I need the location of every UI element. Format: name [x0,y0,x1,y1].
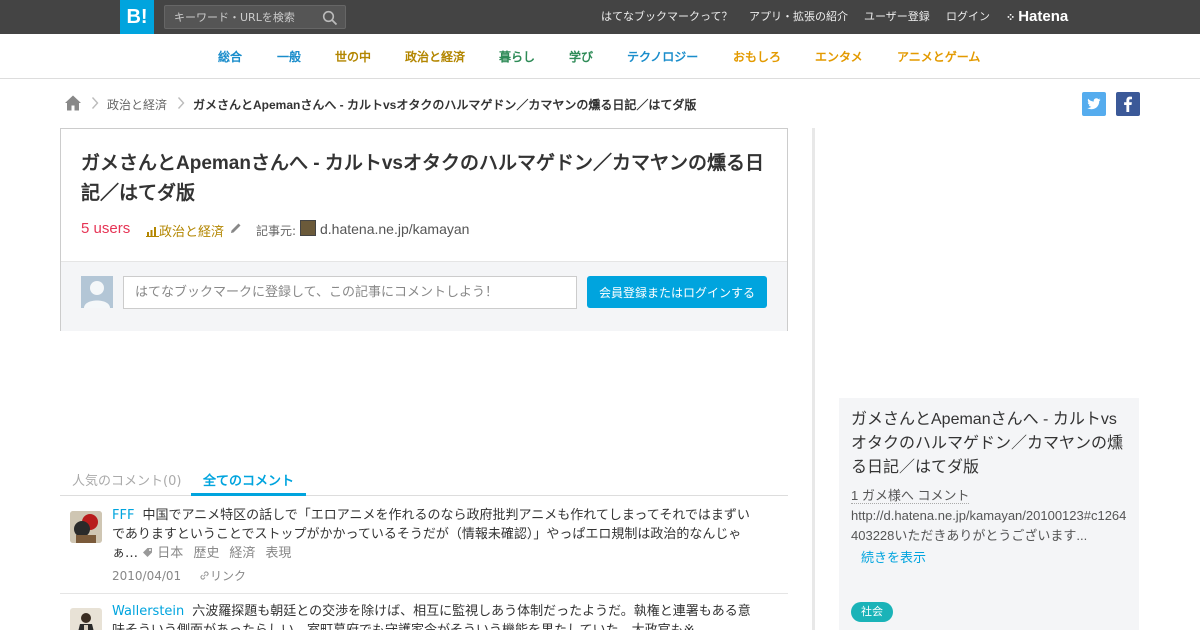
comment-text: 六波羅探題も朝廷との交渉を除けば、相互に監視しあう体制だったようだ。執権と連署も… [112,604,751,630]
category-bar: 総合 一般 世の中 政治と経済 暮らし 学び テクノロジー おもしろ エンタメ … [0,34,1200,79]
site-favicon [300,220,316,236]
comment-item: FFF 中国でアニメ特区の話しで「エロアニメを作れるのなら政府批判アニメも作れてし… [60,496,788,594]
comment-input[interactable] [123,276,577,309]
source-url-link[interactable]: d.hatena.ne.jp/kamayan [320,221,469,237]
user-avatar[interactable] [70,511,102,543]
hatena-bookmark-logo[interactable]: B! [120,0,154,34]
tag-link[interactable]: 日本 [157,546,183,561]
tab-all-comments[interactable]: 全てのコメント [203,470,294,489]
summary-title[interactable]: ガメさんとApemanさんへ - カルトvsオタクのハルマゲドン／カマヤンの燻る… [851,408,1129,480]
tag-icon [143,548,153,557]
tag-link[interactable]: 経済 [229,546,255,561]
comment-body: Wallerstein 六波羅探題も朝廷との交渉を除けば、相互に監視しあう体制だっ… [112,602,762,630]
search-box[interactable] [164,5,346,29]
hatena-brand[interactable]: ⁘ Hatena [1006,0,1068,34]
category-tab-anime-game[interactable]: アニメとゲーム [897,48,980,65]
link-icon [200,571,209,580]
comment-item: Wallerstein 六波羅探題も朝廷との交渉を除けば、相互に監視しあう体制だっ… [60,594,788,630]
nav-about[interactable]: はてなブックマークって？ [601,0,732,34]
category-tab-sougou[interactable]: 総合 [218,48,242,65]
search-input[interactable] [165,6,315,28]
comment-form: 会員登録またはログインする [61,261,787,331]
entry-title[interactable]: ガメさんとApemanさんへ - カルトvsオタクのハルマゲドン／カマヤンの燻る… [81,149,771,209]
twitter-share-button[interactable] [1082,92,1106,116]
source-label: 記事元: [256,224,297,238]
nav-register[interactable]: ユーザー登録 [864,0,930,34]
summary-count-text: 1 ガメ様へ コメント [851,488,970,504]
category-badge[interactable]: 社会 [851,602,893,622]
summary-excerpt: 1 ガメ様へ コメント http://d.hatena.ne.jp/kamaya… [851,486,1133,546]
chevron-right-icon [177,97,185,109]
register-or-login-button[interactable]: 会員登録またはログインする [587,276,767,308]
hatena-dots-icon: ⁘ [1006,12,1016,24]
bookmark-user-count[interactable]: 5 users [81,220,130,237]
comment-date[interactable]: 2010/04/01 [112,569,181,583]
category-tab-entertainment[interactable]: エンタメ [815,48,863,65]
entry-category-link[interactable]: 政治と経済 [146,221,224,240]
summary-excerpt-text: http://d.hatena.ne.jp/kamayan/20100123#c… [851,508,1127,543]
pencil-edit-icon[interactable] [230,222,242,234]
category-tab-technology[interactable]: テクノロジー [627,48,698,65]
entry-card: ガメさんとApemanさんへ - カルトvsオタクのハルマゲドン／カマヤンの燻る… [60,128,788,331]
category-tab-ippan[interactable]: 一般 [277,48,301,65]
column-divider [812,128,815,630]
user-silhouette-icon [84,281,110,308]
category-tab-life[interactable]: 暮らし [499,48,535,65]
tag-link[interactable]: 歴史 [193,546,219,561]
comment-tags: 日本 歴史 経済 表現 [142,546,301,561]
chart-icon [146,227,159,237]
entry-summary-panel: ガメさんとApemanさんへ - カルトvsオタクのハルマゲドン／カマヤンの燻る… [839,398,1139,630]
tag-link[interactable]: 表現 [265,546,291,561]
facebook-icon [1124,96,1132,112]
chevron-right-icon [91,97,99,109]
avatar-image [70,511,102,543]
category-tab-fun[interactable]: おもしろ [733,48,781,65]
search-icon[interactable] [322,10,338,26]
facebook-share-button[interactable] [1116,92,1140,116]
nav-apps[interactable]: アプリ・拡張の紹介 [749,0,848,34]
category-tab-learning[interactable]: 学び [569,48,593,65]
comment-permalink[interactable]: リンク [199,569,246,583]
category-tab-politics[interactable]: 政治と経済 [405,48,465,65]
breadcrumb-current: ガメさんとApemanさんへ - カルトvsオタクのハルマゲドン／カマヤンの燻る… [193,98,697,112]
twitter-icon [1087,98,1101,110]
comment-username[interactable]: FFF [112,508,134,523]
home-icon[interactable] [64,94,82,112]
comment-username[interactable]: Wallerstein [112,604,184,619]
comment-meta: 2010/04/01 リンク [112,567,246,584]
user-avatar-placeholder [81,276,113,308]
user-avatar[interactable] [70,608,102,630]
top-bar: B! はてなブックマークって？ アプリ・拡張の紹介 ユーザー登録 ログイン ⁘H… [0,0,1200,34]
category-tab-yononaka[interactable]: 世の中 [335,48,371,65]
breadcrumb-category[interactable]: 政治と経済 [107,96,167,113]
comment-body: FFF 中国でアニメ特区の話しで「エロアニメを作れるのなら政府批判アニメも作れてし… [112,506,762,563]
avatar-image [70,608,102,630]
show-more-link[interactable]: 続きを表示 [861,547,926,566]
nav-login[interactable]: ログイン [946,0,990,34]
tab-popular-comments[interactable]: 人気のコメント(0) [72,470,181,489]
